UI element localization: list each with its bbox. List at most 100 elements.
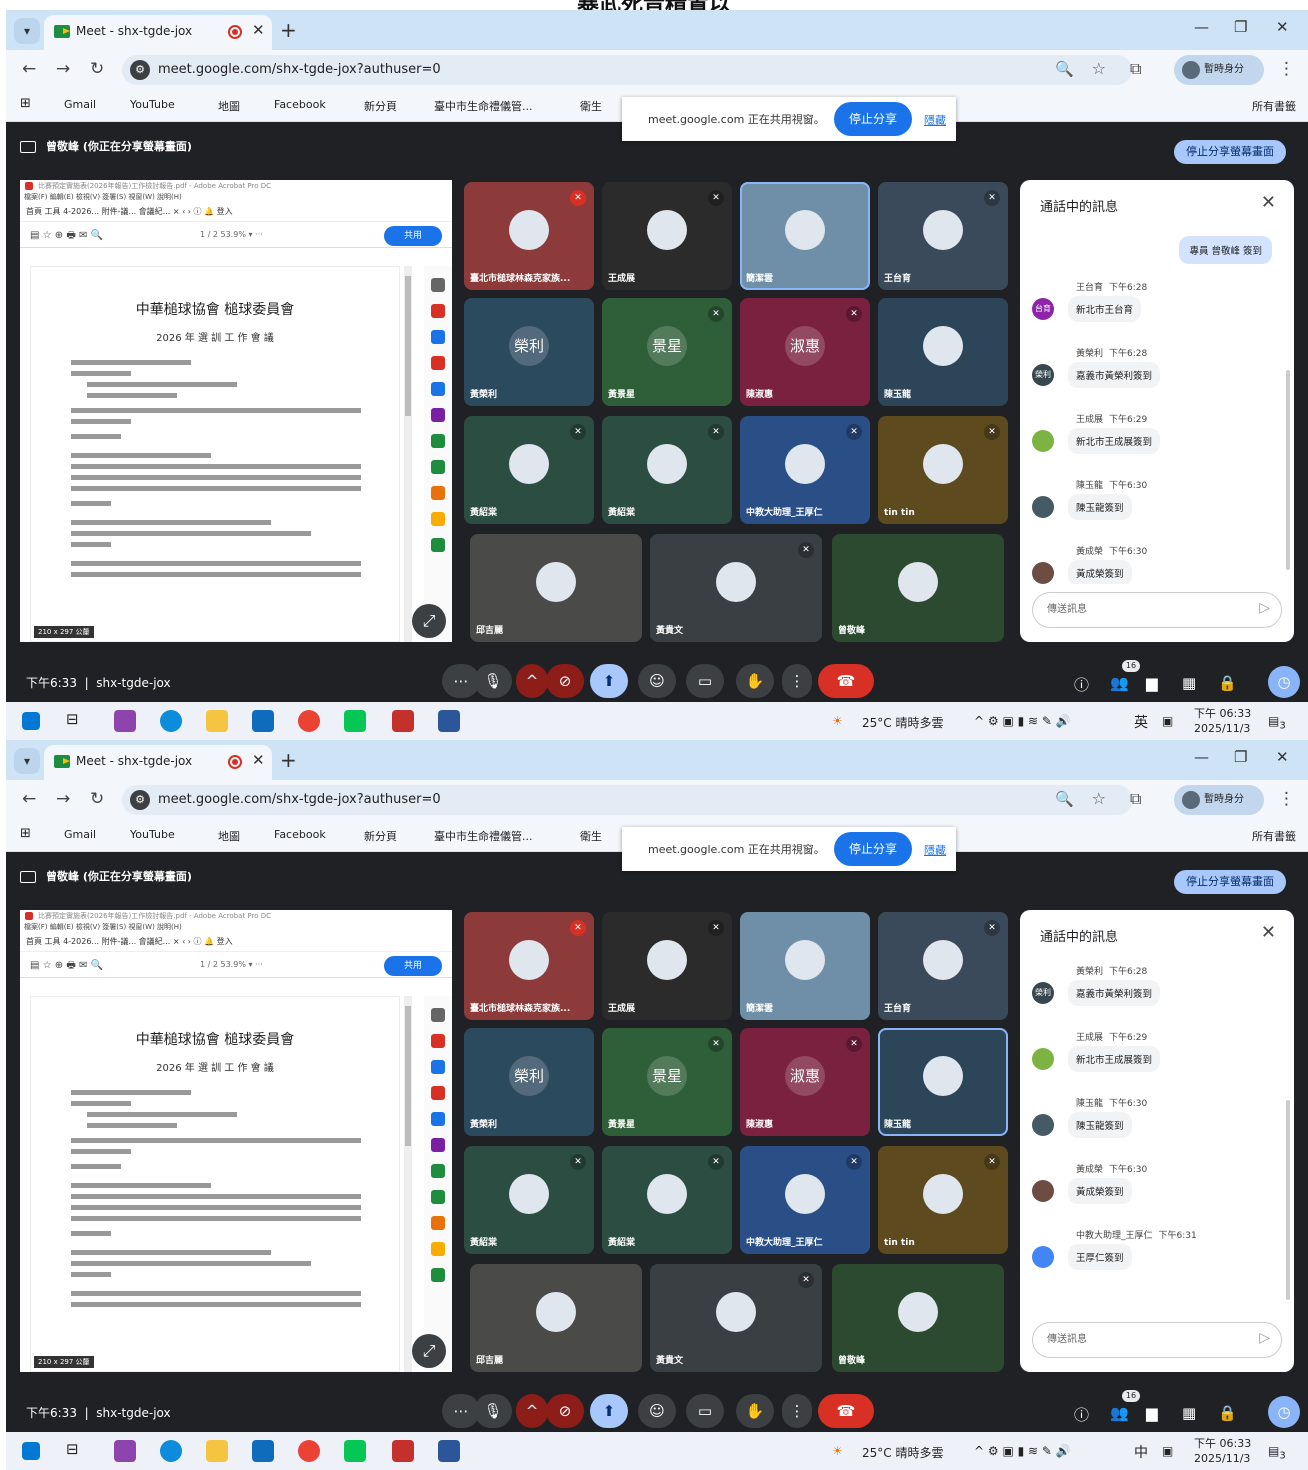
participant-tile[interactable]: ✕ 黃貴文 bbox=[650, 534, 822, 642]
url-bar[interactable]: ⚙ meet.google.com/shx-tgde-jox?authuser=… bbox=[122, 55, 1132, 85]
star-icon[interactable]: ☆ bbox=[1092, 59, 1106, 78]
ime-indicator[interactable]: 英 bbox=[1134, 712, 1148, 732]
explorer-icon[interactable] bbox=[206, 710, 228, 732]
participant-tile[interactable]: ✕ 黃紹棠 bbox=[602, 1146, 732, 1254]
comment-tool-icon[interactable] bbox=[431, 512, 445, 526]
participant-tile[interactable]: ✕ 王成展 bbox=[602, 912, 732, 1020]
bookmark-youtube[interactable]: YouTube bbox=[130, 828, 175, 841]
emoji-icon[interactable]: ☺ bbox=[638, 664, 676, 698]
forward-icon[interactable]: → bbox=[56, 789, 70, 809]
start-icon[interactable] bbox=[22, 1442, 40, 1460]
participant-tile[interactable]: 景星 ✕ 黃景星 bbox=[602, 298, 732, 406]
menu-icon[interactable]: ⋮ bbox=[1278, 789, 1295, 809]
reload-icon[interactable]: ↻ bbox=[90, 59, 104, 79]
microphone-icon[interactable]: 🎙 bbox=[474, 664, 512, 698]
more-actions-icon[interactable]: ⋮ bbox=[782, 664, 812, 698]
captions-icon[interactable]: ▭ bbox=[686, 1394, 724, 1428]
captions-icon[interactable]: ▭ bbox=[686, 664, 724, 698]
participant-tile[interactable]: ✕ 臺北市槌球林森克家族... bbox=[464, 182, 594, 290]
participant-tile[interactable]: 簡潔雲 bbox=[740, 182, 870, 290]
chrome-icon[interactable] bbox=[298, 710, 320, 732]
timer-icon[interactable]: ◷ bbox=[1268, 1396, 1300, 1428]
doc-scrollbar[interactable] bbox=[404, 266, 412, 642]
sign-tool-icon[interactable] bbox=[431, 382, 445, 396]
notification-icon[interactable]: ▤3 bbox=[1268, 1444, 1286, 1461]
participant-tile[interactable]: ✕ 王台育 bbox=[878, 182, 1008, 290]
fill-tool-icon[interactable] bbox=[431, 1216, 445, 1230]
outlook-icon[interactable] bbox=[252, 1440, 274, 1462]
pdf-tool-icon[interactable] bbox=[431, 304, 445, 318]
participant-tile[interactable]: ✕ 中教大助理_王厚仁 bbox=[740, 1146, 870, 1254]
stamp-tool-icon[interactable] bbox=[431, 1268, 445, 1282]
taskview-icon[interactable]: ⊟ bbox=[66, 1440, 79, 1458]
participant-tile[interactable]: 淑惠 ✕ 陳淑惠 bbox=[740, 1028, 870, 1136]
system-clock[interactable]: 下午 06:33 2025/11/3 bbox=[1194, 706, 1251, 736]
compress-tool-icon[interactable] bbox=[431, 1164, 445, 1178]
url-bar[interactable]: ⚙ meet.google.com/shx-tgde-jox?authuser=… bbox=[122, 785, 1132, 815]
comment-tool-icon[interactable] bbox=[431, 1242, 445, 1256]
protect-tool-icon[interactable] bbox=[431, 460, 445, 474]
timer-icon[interactable]: ◷ bbox=[1268, 666, 1300, 698]
expand-icon[interactable]: ⤢ bbox=[412, 604, 446, 638]
more-actions-icon[interactable]: ⋮ bbox=[782, 1394, 812, 1428]
export-tool-icon[interactable] bbox=[431, 1060, 445, 1074]
system-clock[interactable]: 下午 06:33 2025/11/3 bbox=[1194, 1436, 1251, 1466]
word-icon[interactable] bbox=[438, 710, 460, 732]
bookmark-facebook[interactable]: Facebook bbox=[274, 828, 326, 841]
line-icon[interactable] bbox=[344, 710, 366, 732]
participant-tile[interactable]: ✕ 黃紹棠 bbox=[464, 1146, 594, 1254]
bookmark-gmail[interactable]: Gmail bbox=[64, 828, 96, 841]
organize-tool-icon[interactable] bbox=[431, 1086, 445, 1100]
tray-icons[interactable]: ^ ⚙ ▣ ▮ ≋ ✎ 🔊 bbox=[974, 714, 1071, 728]
tab-search-dropdown[interactable]: ▾ bbox=[14, 748, 40, 774]
edit-tool-icon[interactable] bbox=[431, 408, 445, 422]
participant-tile[interactable]: 曾敬峰 bbox=[832, 534, 1004, 642]
stamp-tool-icon[interactable] bbox=[431, 538, 445, 552]
bookmark-maps[interactable]: 地圖 bbox=[218, 98, 240, 114]
profile-button[interactable]: 暫時身分 bbox=[1174, 55, 1264, 85]
chat-input[interactable]: 傳送訊息 bbox=[1032, 1322, 1282, 1358]
acrobat-icon[interactable] bbox=[392, 710, 414, 732]
ime-indicator[interactable]: 中 bbox=[1134, 1442, 1148, 1462]
stop-sharing-button[interactable]: 停止分享 bbox=[834, 102, 912, 136]
apps-icon[interactable]: ⊞ bbox=[20, 826, 31, 841]
participant-tile[interactable]: ✕ 黃貴文 bbox=[650, 1264, 822, 1372]
emoji-icon[interactable]: ☺ bbox=[638, 1394, 676, 1428]
profile-button[interactable]: 暫時身分 bbox=[1174, 785, 1264, 815]
participant-tile[interactable]: 陳玉龍 bbox=[878, 1028, 1008, 1136]
tab-meet[interactable]: Meet - shx-tgde-jox ✕ bbox=[44, 745, 272, 780]
taskview-icon[interactable]: ⊟ bbox=[66, 710, 79, 728]
forward-icon[interactable]: → bbox=[56, 59, 70, 79]
bookmark-facebook[interactable]: Facebook bbox=[274, 98, 326, 111]
reload-icon[interactable]: ↻ bbox=[90, 789, 104, 809]
new-tab-button[interactable]: + bbox=[280, 748, 297, 772]
participant-tile[interactable]: ✕ 黃紹棠 bbox=[602, 416, 732, 524]
raise-hand-icon[interactable]: ✋ bbox=[736, 1394, 774, 1428]
participant-tile[interactable]: ✕ 中教大助理_王厚仁 bbox=[740, 416, 870, 524]
present-screen-icon[interactable]: ⬆ bbox=[590, 1394, 628, 1428]
present-screen-icon[interactable]: ⬆ bbox=[590, 664, 628, 698]
bookmark-taichung[interactable]: 臺中市生命禮儀管... bbox=[434, 98, 533, 114]
close-chat-icon[interactable]: ✕ bbox=[1261, 922, 1276, 943]
hide-link[interactable]: 隱藏 bbox=[924, 112, 946, 128]
expand-icon[interactable]: ⤢ bbox=[412, 1334, 446, 1368]
participant-tile[interactable]: ✕ 黃紹棠 bbox=[464, 416, 594, 524]
zoom-tool-icon[interactable] bbox=[431, 278, 445, 292]
people-icon[interactable]: 👥 bbox=[1110, 1404, 1129, 1422]
notification-icon[interactable]: ▤3 bbox=[1268, 714, 1286, 731]
organize-tool-icon[interactable] bbox=[431, 356, 445, 370]
all-bookmarks[interactable]: 所有書籤 bbox=[1252, 828, 1296, 844]
stop-share-screen-button[interactable]: 停止分享螢幕畫面 bbox=[1174, 140, 1286, 164]
back-icon[interactable]: ← bbox=[22, 789, 36, 809]
bookmark-newtab[interactable]: 新分頁 bbox=[364, 828, 397, 844]
audio-options-icon[interactable]: ^ bbox=[516, 664, 548, 698]
tray-icons[interactable]: ^ ⚙ ▣ ▮ ≋ ✎ 🔊 bbox=[974, 1444, 1071, 1458]
word-icon[interactable] bbox=[438, 1440, 460, 1462]
back-icon[interactable]: ← bbox=[22, 59, 36, 79]
protect-tool-icon[interactable] bbox=[431, 1190, 445, 1204]
participant-tile[interactable]: 邱吉麗 bbox=[470, 534, 642, 642]
site-info-icon[interactable]: ⚙ bbox=[130, 60, 150, 80]
close-tab-icon[interactable]: ✕ bbox=[252, 751, 265, 769]
participant-tile[interactable]: ✕ 王台育 bbox=[878, 912, 1008, 1020]
participant-tile[interactable]: ✕ 臺北市槌球林森克家族... bbox=[464, 912, 594, 1020]
